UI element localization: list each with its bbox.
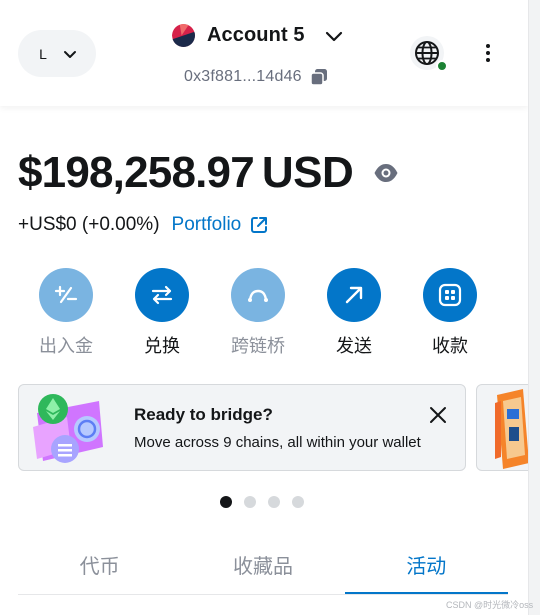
balance-amount: $198,258.97 [18, 148, 255, 197]
tab-tokens[interactable]: 代币 [18, 540, 181, 595]
tabs-divider [18, 594, 508, 595]
portfolio-link[interactable]: Portfolio [172, 214, 270, 236]
promo-illustration [495, 389, 528, 469]
action-label: 发送 [336, 336, 372, 356]
tab-collectibles[interactable]: 收藏品 [181, 540, 344, 595]
carousel-dot[interactable] [244, 496, 256, 508]
balance-change: +US$0 (+0.00%) [18, 214, 160, 235]
account-name: Account 5 [207, 24, 305, 46]
next-promo-banner[interactable] [476, 384, 528, 471]
bridge-promo-banner[interactable]: Ready to bridge? Move across 9 chains, a… [18, 384, 466, 471]
app-header: L Account 5 0x3f881...14d46 [0, 0, 528, 106]
action-label: 出入金 [39, 336, 93, 356]
external-link-icon [251, 217, 268, 233]
account-address-row: 0x3f881...14d46 [184, 68, 328, 86]
carousel-dot[interactable] [292, 496, 304, 508]
close-icon[interactable] [428, 405, 448, 425]
banner-title: Ready to bridge? [134, 405, 273, 424]
connection-status-dot [436, 60, 448, 72]
arrow-up-right-icon [345, 286, 363, 304]
asset-tabs: 代币 收藏品 活动 [18, 540, 509, 595]
scrollbar[interactable] [528, 0, 540, 615]
carousel-dot[interactable] [220, 496, 232, 508]
send-button[interactable]: 发送 [306, 268, 402, 358]
wallet-panel: L Account 5 0x3f881...14d46 $198,258.97 … [0, 0, 528, 615]
carousel-dots [220, 496, 304, 508]
balance-row: $198,258.97 USD [18, 148, 399, 198]
action-label: 收款 [432, 336, 468, 356]
eye-icon[interactable] [373, 160, 399, 186]
bridge-button[interactable]: 跨链桥 [210, 268, 306, 358]
receive-button[interactable]: 收款 [402, 268, 498, 358]
action-label: 兑换 [144, 336, 180, 356]
action-label: 跨链桥 [231, 336, 285, 356]
buy-sell-button[interactable]: 出入金 [18, 268, 114, 358]
tab-activity[interactable]: 活动 [344, 540, 509, 595]
more-menu-icon[interactable] [478, 42, 498, 64]
chevron-down-icon [64, 50, 76, 58]
bridge-icon [248, 289, 268, 302]
plus-minus-icon [54, 285, 78, 304]
banner-text: Move across 9 chains, all within your wa… [134, 434, 421, 451]
copy-icon[interactable] [310, 68, 328, 86]
swap-arrows-icon [151, 285, 173, 305]
account-address: 0x3f881...14d46 [184, 68, 302, 85]
action-circle [135, 268, 189, 322]
network-picker[interactable]: L [18, 30, 96, 77]
balance-change-row: +US$0 (+0.00%) Portfolio [18, 214, 269, 236]
network-avatar: L [39, 45, 47, 62]
carousel-dot[interactable] [268, 496, 280, 508]
portfolio-label: Portfolio [171, 214, 242, 235]
qr-code-icon [438, 283, 462, 307]
action-circle [423, 268, 477, 322]
action-circle [39, 268, 93, 322]
account-picker[interactable]: Account 5 [172, 24, 345, 47]
action-circle [231, 268, 285, 322]
action-buttons: 出入金 兑换 跨链桥 发送 收款 [18, 268, 498, 358]
chevron-down-icon [325, 31, 342, 41]
balance-currency: USD [261, 148, 354, 197]
account-avatar [172, 24, 195, 47]
bridge-illustration [33, 394, 103, 463]
watermark: CSDN @时光微冷oss [446, 600, 534, 610]
swap-button[interactable]: 兑换 [114, 268, 210, 358]
connected-sites-button[interactable] [410, 36, 448, 72]
action-circle [327, 268, 381, 322]
